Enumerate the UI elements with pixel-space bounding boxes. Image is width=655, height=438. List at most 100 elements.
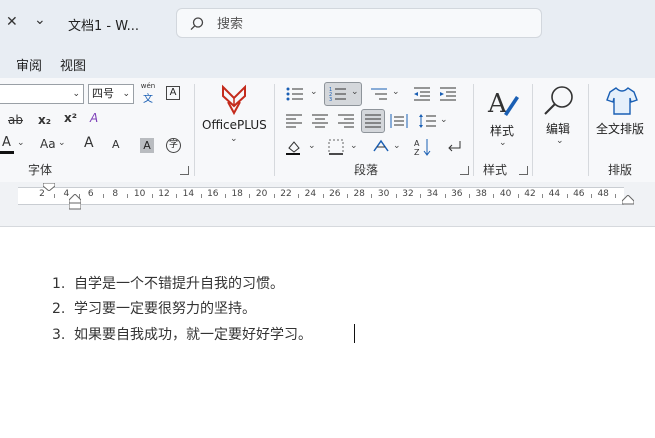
font-color-button[interactable]: A ⌄ [0,136,25,156]
list-number: 2. [52,301,66,317]
sort-icon[interactable]: AZ [414,138,432,156]
layout-group-label: 排版 [608,163,633,177]
numbering-button[interactable]: 1 2 3 ⌄ [324,82,362,106]
chevron-down-icon: ⌄ [350,141,358,151]
first-line-indent-marker[interactable] [43,183,55,191]
quick-access-menu-icon[interactable]: ⌄ [34,12,46,28]
ruler-number: 26 [329,189,341,199]
horizontal-ruler[interactable]: 2 4 6 8 10 12 14 16 18 20 22 24 26 28 30 32 34 36 38 40 42 44… [18,187,624,205]
styles-button[interactable]: A 样式 ⌄ [478,82,528,152]
text-cursor [354,324,355,343]
change-case-button[interactable]: Aa [40,138,56,150]
search-icon [190,17,204,31]
phonetic-guide-button[interactable]: wén 文 [140,82,156,105]
ruler-number: 32 [402,189,414,199]
document-title: 文档1 - W... [68,19,139,34]
list-number: 1. [52,276,66,292]
chevron-down-icon: ⌄ [392,87,400,97]
borders-icon[interactable] [328,139,344,155]
ruler-number: 48 [597,189,609,199]
ruler-tick [54,194,56,198]
ruler-tick [127,194,129,198]
distributed-icon[interactable] [390,114,408,128]
styles-group-label: 样式 [483,163,508,177]
line-spacing-icon[interactable] [418,113,436,129]
multilevel-list-icon[interactable] [370,86,388,102]
tab-view[interactable]: 视图 [60,55,86,74]
ruler-tick [591,194,592,198]
ruler-number: 6 [87,189,94,199]
left-indent-marker[interactable] [69,194,81,210]
chevron-down-icon: ⌄ [72,89,80,99]
ruler-number: 10 [133,189,146,199]
paragraph-dialog-launcher[interactable] [460,166,469,175]
close-icon[interactable]: ✕ [6,14,18,30]
clear-formatting-button[interactable]: A [90,112,98,124]
ruler-number: 22 [280,189,292,199]
group-divider [473,84,474,176]
ruler-number: 16 [207,189,219,199]
styles-label: 样式 [490,124,515,138]
ruler-number: 28 [353,189,365,199]
align-left-icon[interactable] [286,114,302,128]
font-size-value: 四号 [92,87,114,100]
phonetic-text: wén [140,82,156,90]
align-center-icon[interactable] [312,114,328,128]
magnifier-icon [544,86,573,115]
search-box[interactable] [176,8,542,38]
ruler-tick [420,194,422,198]
list-item[interactable]: 3. 如果要自我成功，就一定要好好学习。 [52,324,312,344]
superscript-button[interactable]: x² [64,112,77,124]
title-bar: ✕ ⌄ 文档1 - W... [0,0,655,48]
justify-button[interactable] [361,109,385,133]
shirt-icon [606,87,638,115]
ruler-number: 24 [304,189,317,199]
styles-icon: A [487,89,519,119]
font-group-label: 字体 [28,163,53,177]
bullets-icon[interactable] [286,86,304,102]
chevron-down-icon: ⌄ [58,138,66,148]
ruler-tick [151,194,153,198]
list-item[interactable]: 2. 学习要一定要很努力的坚持。 [52,298,256,318]
font-size-combo[interactable]: 四号 ⌄ [88,84,134,104]
right-indent-marker[interactable] [622,195,634,205]
asian-layout-icon[interactable] [372,139,390,155]
grow-font-button[interactable]: A [84,136,94,150]
ruler-number: 18 [231,189,243,199]
list-item[interactable]: 1. 自学是一个不错提升自我的习惯。 [52,273,284,293]
chevron-down-icon: ⌄ [230,134,238,144]
officeplus-logo-icon [222,84,246,116]
list-text: 自学是一个不错提升自我的习惯。 [74,276,284,292]
font-dialog-launcher[interactable] [180,166,189,175]
styles-dialog-launcher[interactable] [519,166,528,175]
chevron-down-icon: ⌄ [499,138,507,148]
subscript-button[interactable]: x₂ [38,114,51,126]
shrink-font-button[interactable]: A [112,139,120,150]
character-border-button[interactable]: A [166,86,180,100]
strikethrough-button[interactable]: ab [8,114,23,126]
chevron-down-icon: ⌄ [310,87,318,97]
increase-indent-icon[interactable] [440,87,456,101]
svg-text:Z: Z [414,148,420,156]
ruler-number: 30 [377,189,390,199]
align-right-icon[interactable] [338,114,354,128]
font-name-combo[interactable]: ⌄ [0,84,84,104]
ruler-tick [273,194,275,198]
ruler-number: 40 [499,189,512,199]
character-shading-button[interactable]: A [140,138,154,153]
search-input[interactable] [215,13,519,35]
show-hide-marks-icon[interactable] [446,139,462,155]
ruler-number: 42 [524,189,536,199]
ribbon-tabs: 审阅 视图 [0,48,655,78]
officeplus-button[interactable]: OfficePLUS ⌄ [198,80,270,152]
list-text: 学习要一定要很努力的坚持。 [74,301,256,317]
editing-button[interactable]: 编辑 ⌄ [536,82,584,152]
full-text-layout-button[interactable]: 全文排版 [592,82,652,152]
enclose-characters-button[interactable]: 字 [166,138,181,153]
shading-icon[interactable] [286,139,302,155]
tab-review[interactable]: 审阅 [16,55,42,74]
ruler-number: 8 [112,189,119,199]
chevron-down-icon: ⌄ [17,138,25,148]
ruler-tick [200,194,202,198]
decrease-indent-icon[interactable] [414,87,430,101]
